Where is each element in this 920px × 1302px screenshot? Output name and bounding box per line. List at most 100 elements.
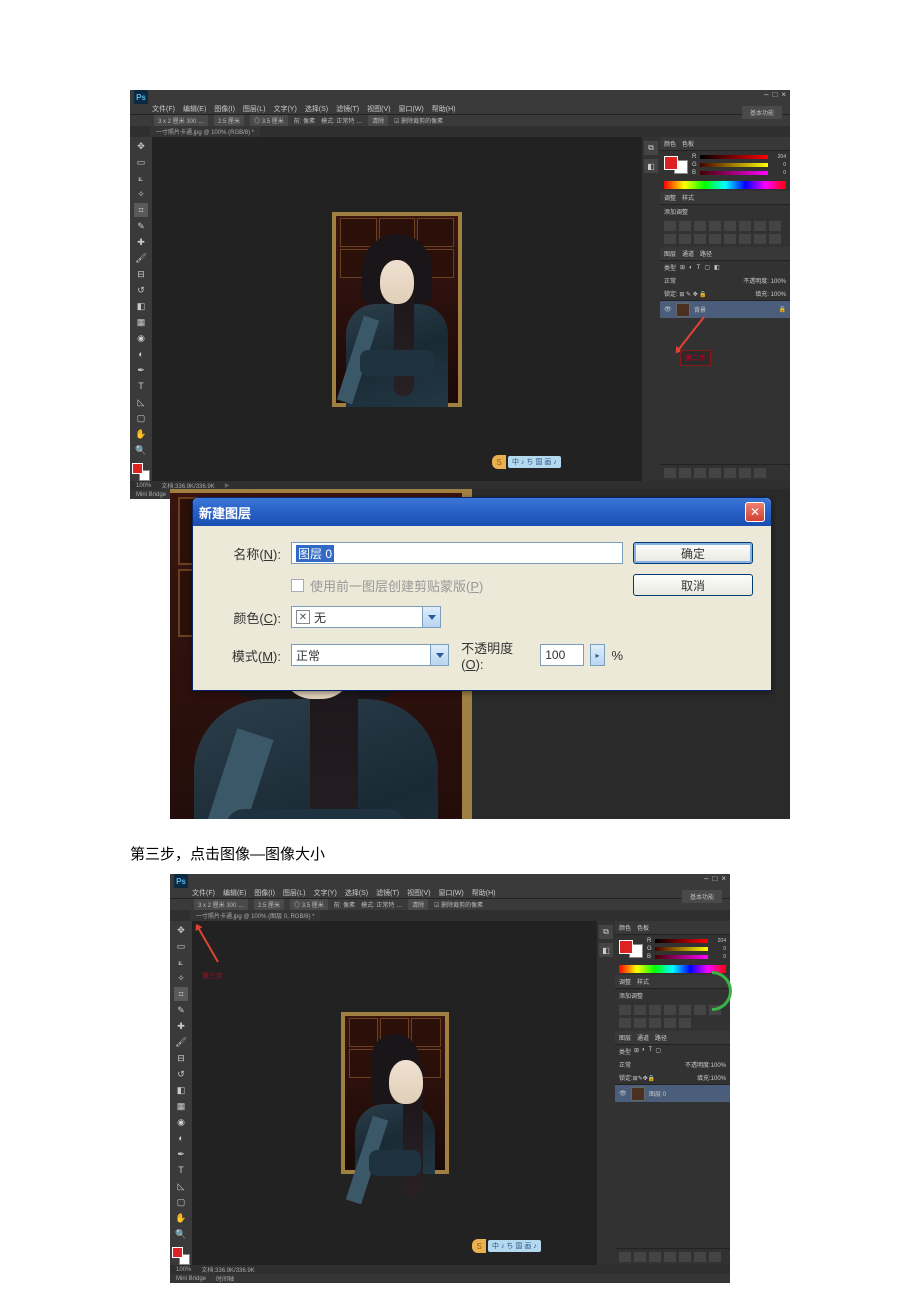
adj-icon[interactable] [739, 221, 751, 231]
mode-select[interactable]: 正常 [291, 644, 449, 666]
wand-tool-icon[interactable]: ✧ [174, 971, 188, 985]
mini-bridge-tab[interactable]: Mini Bridge [136, 492, 166, 498]
crop-delete-pixels[interactable]: ☑ 删除裁剪的像素 [394, 116, 443, 125]
mask-icon[interactable] [649, 1252, 661, 1262]
path-tool-icon[interactable]: ◺ [174, 1179, 188, 1193]
minimize-button[interactable]: – [704, 874, 708, 883]
crop-clear[interactable]: 清除 [368, 115, 388, 126]
canvas-area[interactable]: 第三步 S 中 ♪ ち 国 画 ♪ [192, 921, 597, 1265]
hue-ramp-icon[interactable] [619, 965, 726, 973]
layer-kind[interactable]: 类型 [619, 1047, 631, 1056]
menu-view[interactable]: 视图(V) [367, 104, 390, 114]
tab-color[interactable]: 颜色 [619, 923, 631, 932]
brush-tool-icon[interactable]: 🖌 [134, 251, 148, 265]
menu-image[interactable]: 图像(I) [214, 104, 235, 114]
stamp-tool-icon[interactable]: ⊟ [134, 267, 148, 281]
filter-icon[interactable]: ◐ [689, 265, 693, 271]
g-slider[interactable] [700, 163, 768, 167]
zoom-level[interactable]: 100% [136, 483, 151, 489]
tab-paths[interactable]: 路径 [655, 1033, 667, 1042]
dodge-tool-icon[interactable]: ◐ [134, 347, 148, 361]
g-slider[interactable] [655, 947, 708, 951]
dialog-titlebar[interactable]: 新建图层 ✕ [193, 498, 771, 526]
tab-channels[interactable]: 通道 [637, 1033, 649, 1042]
heal-tool-icon[interactable]: ✚ [174, 1019, 188, 1033]
opacity-input[interactable]: 100 [540, 644, 583, 666]
crop-preset[interactable]: 3 x 2 厘米 300 … [194, 899, 248, 910]
path-tool-icon[interactable]: ◺ [134, 395, 148, 409]
crop-width[interactable]: 2.5 厘米 [254, 899, 284, 910]
dodge-tool-icon[interactable]: ◐ [174, 1131, 188, 1145]
menu-file[interactable]: 文件(F) [192, 888, 215, 898]
r-slider[interactable] [655, 939, 708, 943]
group-icon[interactable] [724, 468, 736, 478]
filter-icon[interactable]: ◐ [642, 1047, 646, 1056]
tab-swatches[interactable]: 色板 [682, 139, 694, 148]
crop-clear[interactable]: 清除 [408, 899, 428, 910]
tab-layers[interactable]: 图层 [619, 1033, 631, 1042]
eraser-tool-icon[interactable]: ◧ [174, 1083, 188, 1097]
adj-icon[interactable] [664, 1018, 676, 1028]
fill-control[interactable]: 填充: 100% [755, 289, 786, 298]
marquee-tool-icon[interactable]: ▭ [134, 155, 148, 169]
menu-type[interactable]: 文字(Y) [313, 888, 336, 898]
color-picker-icon[interactable] [132, 463, 150, 481]
canvas-area[interactable]: S 中 ♪ ち 国 画 ♪ [152, 137, 642, 481]
adj-icon[interactable] [634, 1005, 646, 1015]
menu-file[interactable]: 文件(F) [152, 104, 175, 114]
menu-select[interactable]: 选择(S) [345, 888, 368, 898]
timeline-tab[interactable]: 时间轴 [216, 1274, 234, 1283]
tab-paths[interactable]: 路径 [700, 249, 712, 258]
link-layers-icon[interactable] [664, 468, 676, 478]
fx-icon[interactable] [679, 468, 691, 478]
adj-icon[interactable] [664, 234, 676, 244]
ime-strip[interactable]: 中 ♪ ち 国 画 ♪ [488, 1240, 541, 1252]
dropdown-icon[interactable] [430, 645, 448, 665]
menu-filter[interactable]: 滤镜(T) [336, 104, 359, 114]
tab-adjustments[interactable]: 调整 [619, 977, 631, 986]
crop-mode[interactable]: 模式: 正常特 … [361, 900, 402, 909]
dialog-close-button[interactable]: ✕ [745, 502, 765, 522]
history-brush-icon[interactable]: ↺ [174, 1067, 188, 1081]
adj-icon[interactable] [664, 221, 676, 231]
menu-filter[interactable]: 滤镜(T) [376, 888, 399, 898]
move-tool-icon[interactable]: ✥ [174, 923, 188, 937]
adj-icon[interactable] [769, 234, 781, 244]
ime-logo-icon[interactable]: S [492, 455, 506, 469]
new-layer-icon[interactable] [694, 1252, 706, 1262]
wand-tool-icon[interactable]: ✧ [134, 187, 148, 201]
move-tool-icon[interactable]: ✥ [134, 139, 148, 153]
panel-color-picker-icon[interactable] [664, 156, 688, 174]
adj-icon[interactable] [679, 234, 691, 244]
gradient-tool-icon[interactable]: ▦ [174, 1099, 188, 1113]
history-panel-icon[interactable]: ⧉ [599, 925, 613, 939]
lock-controls[interactable]: 锁定: ⊞ ✎ ✥ 🔒 [664, 289, 707, 298]
r-slider[interactable] [700, 155, 768, 159]
layer-background[interactable]: 👁 背景 🔒 [660, 300, 790, 318]
layer-0[interactable]: 👁 图层 0 [615, 1084, 730, 1102]
adj-icon[interactable] [649, 1018, 661, 1028]
adj-icon[interactable] [679, 1018, 691, 1028]
adj-icon[interactable] [709, 221, 721, 231]
menu-help[interactable]: 帮助(H) [472, 888, 496, 898]
zoom-tool-icon[interactable]: 🔍 [174, 1227, 188, 1241]
fx-icon[interactable] [634, 1252, 646, 1262]
crop-tool-icon[interactable]: ⌗ [174, 987, 188, 1001]
shape-tool-icon[interactable]: ▢ [174, 1195, 188, 1209]
menu-layer[interactable]: 图层(L) [243, 104, 266, 114]
filter-icon[interactable]: T [697, 265, 701, 271]
workspace-switcher[interactable]: 基本功能 [742, 106, 782, 119]
menu-select[interactable]: 选择(S) [305, 104, 328, 114]
adj-icon[interactable] [754, 234, 766, 244]
adj-icon[interactable] [619, 1005, 631, 1015]
menu-window[interactable]: 窗口(W) [398, 104, 423, 114]
menu-layer[interactable]: 图层(L) [283, 888, 306, 898]
menu-type[interactable]: 文字(Y) [273, 104, 296, 114]
lasso-tool-icon[interactable]: ⟀ [174, 955, 188, 969]
minimize-button[interactable]: – [764, 90, 768, 99]
b-slider[interactable] [700, 171, 768, 175]
crop-height[interactable]: ◎ 3.5 厘米 [250, 115, 288, 126]
stamp-tool-icon[interactable]: ⊟ [174, 1051, 188, 1065]
filter-icon[interactable]: T [649, 1047, 653, 1056]
ime-logo-icon[interactable]: S [472, 1239, 486, 1253]
